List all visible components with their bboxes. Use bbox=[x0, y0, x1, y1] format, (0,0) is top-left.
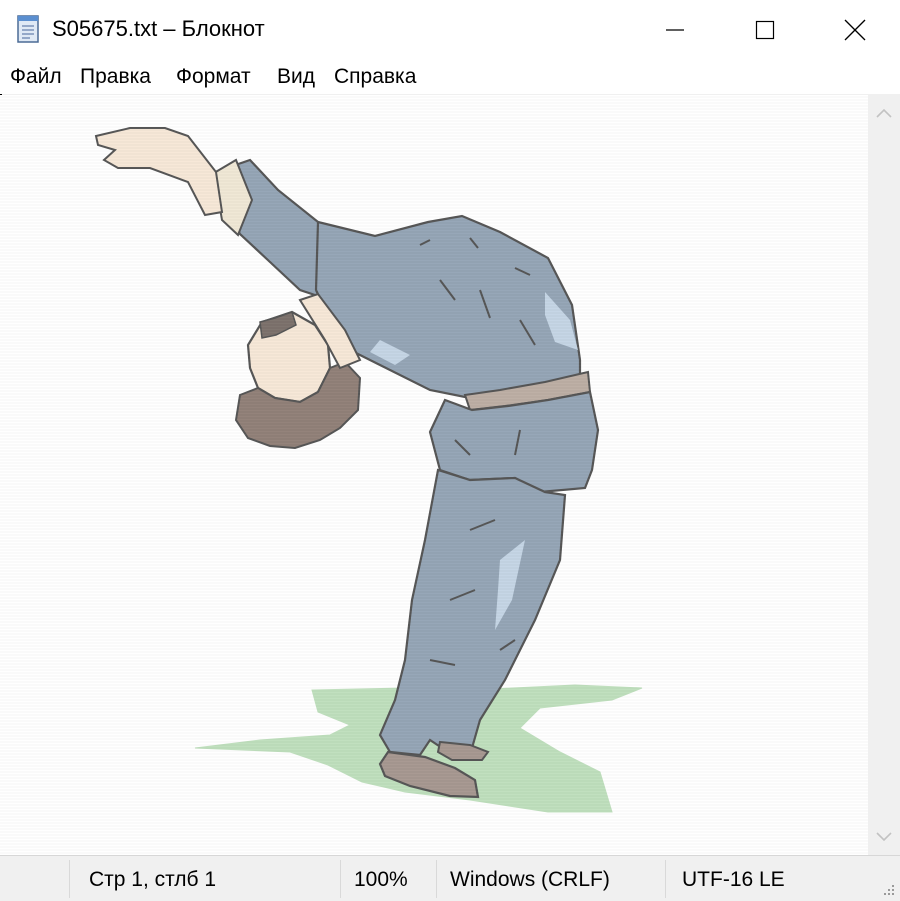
status-encoding: UTF-16 LE bbox=[682, 868, 785, 891]
chevron-down-icon bbox=[876, 832, 892, 842]
text-editor[interactable] bbox=[0, 95, 868, 855]
status-line-endings: Windows (CRLF) bbox=[450, 868, 610, 891]
notepad-window: S05675.txt – Блокнот Файл Правка Формат … bbox=[0, 0, 900, 901]
minimize-button[interactable] bbox=[630, 0, 720, 60]
status-cursor-position: Стр 1, стлб 1 bbox=[89, 868, 217, 891]
chevron-up-icon bbox=[876, 108, 892, 118]
status-bar: Стр 1, стлб 1 100% Windows (CRLF) UTF-16… bbox=[0, 855, 900, 901]
scroll-down-button[interactable] bbox=[868, 819, 900, 855]
minimize-icon bbox=[666, 29, 684, 31]
maximize-button[interactable] bbox=[720, 0, 810, 60]
menu-file[interactable]: Файл bbox=[10, 65, 62, 89]
scroll-up-button[interactable] bbox=[868, 95, 900, 131]
status-zoom: 100% bbox=[354, 868, 408, 891]
ascii-art-figure bbox=[0, 95, 868, 855]
menu-bar: Файл Правка Формат Вид Справка bbox=[0, 60, 900, 95]
close-button[interactable] bbox=[810, 0, 900, 60]
vertical-scrollbar[interactable] bbox=[868, 95, 900, 855]
status-separator bbox=[436, 860, 437, 898]
resize-grip-icon[interactable] bbox=[880, 881, 896, 897]
menu-format[interactable]: Формат bbox=[176, 65, 251, 89]
title-bar[interactable]: S05675.txt – Блокнот bbox=[0, 0, 900, 60]
window-title: S05675.txt – Блокнот bbox=[52, 16, 265, 41]
menu-edit[interactable]: Правка bbox=[80, 65, 151, 89]
menu-help[interactable]: Справка bbox=[334, 65, 416, 89]
status-separator bbox=[665, 860, 666, 898]
notepad-icon bbox=[17, 15, 39, 43]
status-separator bbox=[340, 860, 341, 898]
close-icon bbox=[844, 19, 866, 41]
menu-view[interactable]: Вид bbox=[277, 65, 315, 89]
maximize-icon bbox=[755, 20, 775, 40]
status-separator bbox=[69, 860, 70, 898]
